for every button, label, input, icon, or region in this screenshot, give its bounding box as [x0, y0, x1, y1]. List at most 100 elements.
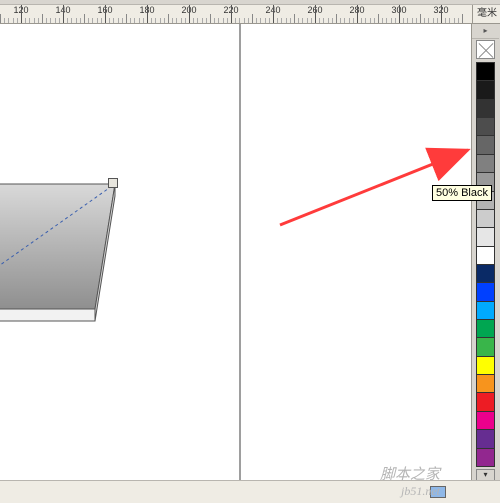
ruler-tick — [294, 14, 295, 23]
swatch-tooltip: 50% Black — [432, 185, 492, 201]
ruler-tick — [227, 18, 228, 23]
ruler-tick — [252, 14, 253, 23]
ruler-tick — [176, 18, 177, 23]
ruler-tick — [277, 18, 278, 23]
ruler-tick — [273, 5, 274, 23]
ruler-tick — [315, 5, 316, 23]
color-swatch[interactable] — [476, 374, 495, 392]
ruler-tick — [433, 18, 434, 23]
color-swatch[interactable] — [476, 301, 495, 319]
ruler-tick — [189, 5, 190, 23]
horizontal-ruler[interactable]: 120140160180200220240260280300320 — [0, 5, 472, 24]
ruler-tick — [361, 18, 362, 23]
color-swatch[interactable] — [476, 337, 495, 355]
ruler-tick — [92, 18, 93, 23]
ruler-tick — [269, 18, 270, 23]
ruler-tick — [181, 18, 182, 23]
ruler-tick — [8, 18, 9, 23]
ruler-tick — [307, 18, 308, 23]
ruler-tick — [151, 18, 152, 23]
ruler-tick — [374, 18, 375, 23]
ruler-tick — [42, 14, 43, 23]
color-swatch[interactable] — [476, 246, 495, 264]
ruler-tick — [412, 18, 413, 23]
color-swatch[interactable] — [476, 62, 495, 80]
ruler-tick — [118, 18, 119, 23]
ruler-tick — [260, 18, 261, 23]
ruler-tick — [126, 14, 127, 23]
watermark-line1: 脚本之家 — [380, 463, 440, 484]
ruler-tick — [67, 18, 68, 23]
watermark-line2: jb51.net — [380, 484, 440, 499]
ruler-tick — [302, 18, 303, 23]
ruler-tick — [323, 18, 324, 23]
color-swatch[interactable] — [476, 117, 495, 135]
no-color-swatch[interactable] — [476, 40, 495, 59]
ruler-tick — [80, 18, 81, 23]
ruler-tick — [353, 18, 354, 23]
color-swatch[interactable] — [476, 154, 495, 172]
ruler-tick — [101, 18, 102, 23]
ruler-tick — [197, 18, 198, 23]
ruler-tick — [160, 18, 161, 23]
color-swatch[interactable] — [476, 429, 495, 447]
color-swatch[interactable] — [476, 392, 495, 410]
ruler-tick — [84, 14, 85, 23]
selected-shape[interactable] — [0, 24, 240, 344]
color-swatch[interactable] — [476, 209, 495, 227]
ruler-tick — [50, 18, 51, 23]
ruler-unit-label[interactable]: 毫米 — [472, 5, 500, 24]
ruler-tick — [256, 18, 257, 23]
color-swatch[interactable] — [476, 264, 495, 282]
color-swatch[interactable] — [476, 411, 495, 429]
color-swatch[interactable] — [476, 135, 495, 153]
ruler-tick — [130, 18, 131, 23]
ruler-tick — [185, 18, 186, 23]
color-swatch[interactable] — [476, 99, 495, 117]
ruler-tick — [134, 18, 135, 23]
canvas[interactable] — [0, 24, 472, 481]
ruler-tick — [97, 18, 98, 23]
ruler-tick — [38, 18, 39, 23]
ruler-tick — [441, 5, 442, 23]
ruler-tick — [428, 18, 429, 23]
ruler-tick — [210, 14, 211, 23]
color-swatch[interactable] — [476, 282, 495, 300]
color-swatch[interactable] — [476, 448, 495, 467]
ruler-tick — [336, 14, 337, 23]
selection-handle[interactable] — [108, 178, 118, 188]
color-swatch[interactable] — [476, 356, 495, 374]
color-palette-panel — [471, 24, 500, 481]
ruler-tick — [458, 18, 459, 23]
color-swatch[interactable] — [476, 319, 495, 337]
ruler-tick — [407, 18, 408, 23]
ruler-tick — [403, 18, 404, 23]
ruler-tick — [239, 18, 240, 23]
ruler-tick — [286, 18, 287, 23]
color-swatch[interactable] — [476, 227, 495, 245]
ruler-tick — [265, 18, 266, 23]
ruler-tick — [231, 5, 232, 23]
palette-strip — [476, 62, 495, 467]
ruler-tick — [46, 18, 47, 23]
ruler-tick — [378, 14, 379, 23]
ruler-tick — [193, 18, 194, 23]
ruler-tick — [76, 18, 77, 23]
ruler-tick — [340, 18, 341, 23]
ruler-tick — [424, 18, 425, 23]
ruler-tick — [143, 18, 144, 23]
ruler-tick — [298, 18, 299, 23]
ruler-tick — [437, 18, 438, 23]
ruler-tick — [244, 18, 245, 23]
ruler-tick — [370, 18, 371, 23]
color-swatch[interactable] — [476, 80, 495, 98]
ruler-tick — [445, 18, 446, 23]
watermark: 脚本之家 jb51.net — [380, 463, 440, 499]
ruler-tick — [4, 18, 5, 23]
ruler-tick — [248, 18, 249, 23]
ruler-tick — [290, 18, 291, 23]
palette-flyout-button[interactable] — [472, 24, 499, 39]
ruler-tick — [63, 5, 64, 23]
ruler-tick — [109, 18, 110, 23]
ruler-tick — [21, 5, 22, 23]
